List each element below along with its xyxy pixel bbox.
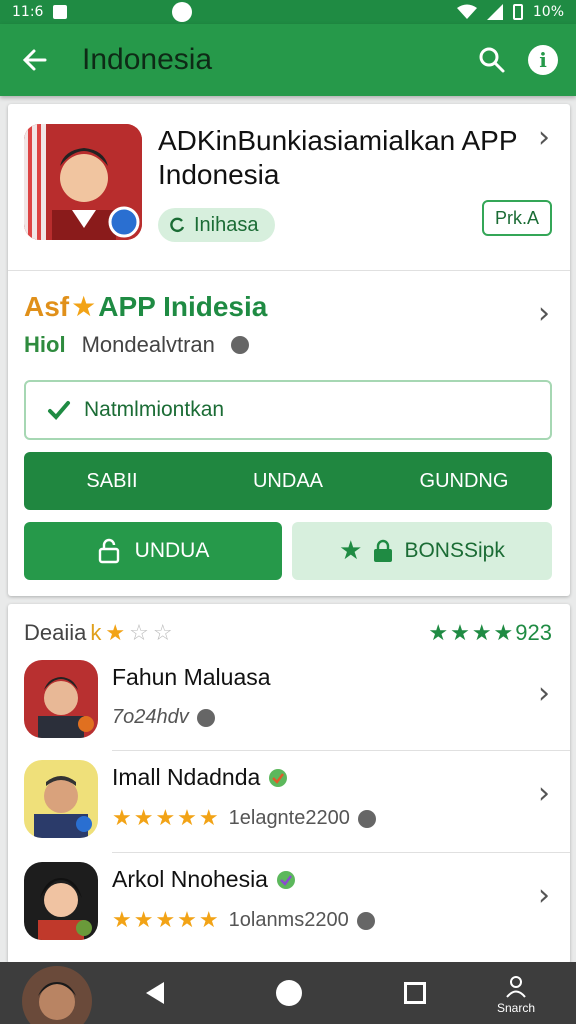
lock-icon bbox=[374, 539, 393, 562]
notification-icon bbox=[53, 5, 68, 19]
star-icon: ★ bbox=[493, 620, 514, 646]
back-button[interactable] bbox=[0, 24, 70, 96]
app-bar: Indonesia i bbox=[0, 24, 576, 96]
profile-subtitle: Mondealvtran bbox=[81, 332, 215, 357]
battery-percent: 10% bbox=[532, 4, 564, 20]
status-time: 11:6 bbox=[12, 4, 44, 20]
reviewer-meta-text: 1elagnte2200 bbox=[228, 807, 350, 829]
sync-icon bbox=[172, 2, 192, 22]
profile-prefix: Asf bbox=[24, 290, 70, 322]
outline-button-label: Natmlmiontkan bbox=[84, 398, 225, 421]
nav-search-label: Snarch bbox=[496, 1001, 536, 1015]
user-avatar[interactable] bbox=[22, 966, 92, 1024]
secondary-button-label: BONSSipk bbox=[404, 539, 505, 562]
reviews-score: ★ ★ ★ ★ 923 bbox=[428, 620, 552, 646]
profile-name-row: Asf ★ APP Inidesia bbox=[24, 290, 267, 323]
verified-icon bbox=[230, 336, 249, 354]
divider bbox=[112, 852, 570, 853]
list-item[interactable]: Arkol Nnohesia ★★★★★ 1olanms2200 › bbox=[8, 854, 570, 954]
star-icon: ★ bbox=[450, 620, 470, 646]
star-icon: ★ bbox=[428, 620, 449, 646]
user-icon bbox=[506, 976, 526, 998]
nav-back-icon[interactable] bbox=[146, 982, 164, 1004]
verified-icon bbox=[356, 911, 375, 930]
info-icon[interactable]: i bbox=[528, 45, 558, 75]
nav-recents-icon[interactable] bbox=[404, 982, 426, 1004]
star-icon: ★ bbox=[105, 620, 126, 646]
app-avatar bbox=[24, 124, 142, 240]
download-button-label: UNDUA bbox=[134, 539, 210, 562]
reviewer-name: Imall Ndadnda bbox=[112, 764, 261, 790]
reviewer-name-row: Imall Ndadnda bbox=[112, 764, 288, 791]
star-icon: ★ bbox=[339, 536, 363, 566]
outline-action-button[interactable]: Natmlmiontkan bbox=[24, 380, 552, 440]
reviewer-meta: 7o24hdv bbox=[112, 706, 215, 729]
segmented-control: SABII UNDAA GUNDNG bbox=[24, 452, 552, 510]
category-chip[interactable]: Inihasa bbox=[158, 208, 275, 242]
reviews-header: Deaiia k ★ ☆ ☆ bbox=[24, 620, 173, 646]
navigation-bar: Snarch bbox=[0, 962, 576, 1024]
star-outline-icon: ☆ bbox=[129, 620, 149, 646]
reviewer-avatar bbox=[24, 862, 98, 940]
star-icon: ★ bbox=[71, 290, 97, 323]
app-title: ADKinBunkiasiamialkan APP Indonesia bbox=[158, 125, 518, 190]
signal-icon bbox=[486, 4, 503, 20]
reviewer-avatar bbox=[24, 660, 98, 738]
profile-hint: Hiol bbox=[24, 332, 66, 357]
chevron-right-icon[interactable]: › bbox=[538, 123, 558, 153]
reviewer-meta: ★★★★★ 1elagnte2200 bbox=[112, 806, 376, 831]
refresh-icon bbox=[170, 217, 185, 233]
list-item[interactable]: Fahun Maluasa 7o24hdv › bbox=[8, 652, 570, 752]
badge-button[interactable]: Prk.A bbox=[482, 200, 552, 236]
page-title: Indonesia bbox=[82, 43, 213, 76]
secondary-button[interactable]: ★ BONSSipk bbox=[292, 522, 552, 580]
unlock-icon bbox=[98, 538, 119, 564]
rating-stars: ★★★★★ bbox=[112, 908, 221, 933]
reviewer-meta-text: 7o24hdv bbox=[112, 706, 189, 728]
list-item[interactable]: Imall Ndadnda ★★★★★ 1elagnte2200 › bbox=[8, 752, 570, 852]
status-bar: 11:6 10% bbox=[0, 0, 576, 24]
chevron-right-icon[interactable]: › bbox=[538, 299, 558, 329]
verified-icon bbox=[196, 708, 215, 727]
star-icon: ★ bbox=[471, 620, 492, 646]
segment-1[interactable]: SABII bbox=[24, 452, 200, 510]
profile-sub-row: Hiol Mondealvtran bbox=[24, 332, 249, 358]
nav-search-button[interactable]: Snarch bbox=[488, 974, 544, 1015]
app-bar-actions: i bbox=[478, 45, 576, 75]
app-details-card: ADKinBunkiasiamialkan APP Indonesia › In… bbox=[8, 104, 570, 596]
arrow-left-icon bbox=[22, 49, 47, 71]
download-button[interactable]: UNDUA bbox=[24, 522, 282, 580]
rating-stars: ★★★★★ bbox=[112, 806, 221, 831]
battery-icon bbox=[512, 4, 523, 20]
nav-home-icon[interactable] bbox=[276, 980, 302, 1006]
reviews-card: Deaiia k ★ ☆ ☆ ★ ★ ★ ★ 923 Fahun Maluasa… bbox=[8, 604, 570, 964]
reviewer-avatar bbox=[24, 760, 98, 838]
verified-icon bbox=[357, 809, 376, 828]
reviewer-name: Arkol Nnohesia bbox=[112, 866, 268, 892]
profile-name: APP Inidesia bbox=[98, 290, 268, 322]
chip-label: Inihasa bbox=[194, 213, 259, 236]
reviews-header-k: k bbox=[90, 620, 102, 645]
search-icon[interactable] bbox=[478, 46, 506, 74]
reviews-score-value: 923 bbox=[515, 620, 552, 645]
chevron-right-icon[interactable]: › bbox=[538, 881, 558, 911]
reviewer-meta-text: 1olanms2200 bbox=[228, 909, 349, 931]
verified-check-icon bbox=[276, 870, 295, 889]
star-outline-icon: ☆ bbox=[152, 620, 173, 646]
chevron-right-icon[interactable]: › bbox=[538, 679, 558, 709]
reviewer-name: Fahun Maluasa bbox=[112, 664, 271, 690]
verified-check-icon bbox=[269, 768, 288, 787]
segment-2[interactable]: UNDAA bbox=[200, 452, 376, 510]
reviews-header-label: Deaiia bbox=[24, 620, 87, 645]
segment-3[interactable]: GUNDNG bbox=[376, 452, 552, 510]
chevron-right-icon[interactable]: › bbox=[538, 779, 558, 809]
divider bbox=[112, 750, 570, 751]
check-leaf-icon bbox=[48, 401, 70, 420]
reviewer-name-row: Arkol Nnohesia bbox=[112, 866, 296, 893]
reviewer-meta: ★★★★★ 1olanms2200 bbox=[112, 908, 375, 933]
status-right: 10% bbox=[456, 4, 564, 20]
divider bbox=[8, 270, 570, 271]
wifi-icon bbox=[456, 4, 477, 19]
